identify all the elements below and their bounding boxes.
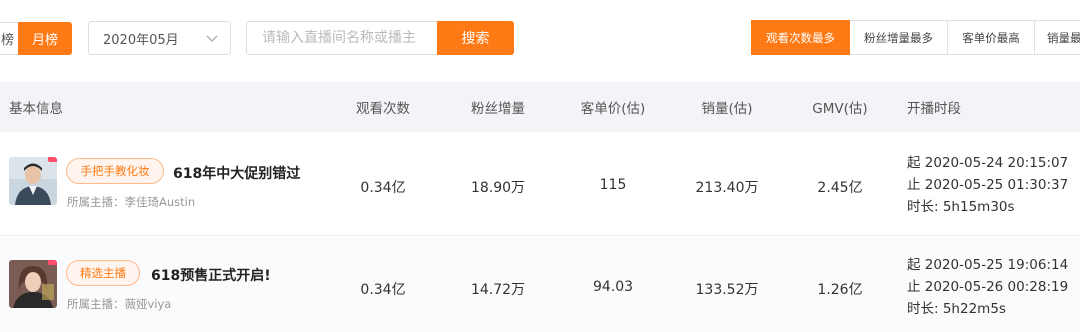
sort-tab-fans[interactable]: 粉丝增量最多 — [850, 20, 948, 55]
live-duration: 时长: 5h15m30s — [907, 199, 1015, 215]
sort-tab-views[interactable]: 观看次数最多 — [751, 20, 850, 55]
week-rank-tab[interactable]: 榜 — [0, 22, 18, 55]
price-value: 94.03 — [592, 279, 634, 295]
anchor-name[interactable]: 所属主播：李佳琦Austin — [67, 194, 195, 210]
sales-value: 213.40万 — [695, 180, 759, 196]
fans-value: 18.90万 — [470, 180, 526, 196]
live-room-title[interactable]: 618预售正式开启! — [151, 265, 271, 285]
anchor-photo-icon — [9, 260, 57, 308]
header-basic-info: 基本信息 — [9, 101, 63, 117]
month-select[interactable]: 2020年05月 — [88, 21, 231, 55]
anchor-photo-icon — [9, 157, 57, 205]
sort-tabs: 观看次数最多 粉丝增量最多 客单价最高 销量最高 — [751, 20, 1080, 55]
avatar[interactable] — [9, 260, 57, 308]
live-badge — [48, 157, 57, 162]
header-views[interactable]: 观看次数 — [356, 82, 410, 132]
month-select-value: 2020年05月 — [103, 32, 179, 48]
live-end-time: 止 2020-05-25 01:30:37 — [907, 177, 1069, 193]
table-header: 基本信息 观看次数 粉丝增量 客单价(估) 销量(估) GMV(估) 开播时段 — [0, 82, 1080, 132]
header-sales[interactable]: 销量(估) — [701, 82, 752, 132]
price-value: 115 — [599, 177, 627, 193]
search-button[interactable]: 搜索 — [437, 21, 514, 55]
header-gmv[interactable]: GMV(估) — [812, 82, 867, 132]
gmv-value: 1.26亿 — [817, 282, 863, 298]
views-value: 0.34亿 — [360, 282, 406, 298]
sort-tab-sales[interactable]: 销量最高 — [1035, 20, 1080, 55]
gmv-value: 2.45亿 — [817, 180, 863, 196]
chevron-down-icon — [206, 35, 218, 42]
anchor-name[interactable]: 所属主播：薇娅viya — [67, 296, 171, 312]
sort-tab-price[interactable]: 客单价最高 — [948, 20, 1035, 55]
live-room-title[interactable]: 618年中大促别错过 — [173, 163, 300, 183]
toolbar: 榜 月榜 2020年05月 搜索 观看次数最多 粉丝增量最多 客单价最高 销量最… — [0, 0, 1080, 80]
month-rank-tab[interactable]: 月榜 — [18, 22, 72, 55]
live-duration: 时长: 5h22m5s — [907, 301, 1006, 317]
views-value: 0.34亿 — [360, 180, 406, 196]
table-row[interactable]: 精选主播 618预售正式开启! 所属主播：薇娅viya 0.34亿 14.72万… — [0, 237, 1080, 332]
sales-value: 133.52万 — [695, 282, 759, 298]
table-row[interactable]: 手把手教化妆 618年中大促别错过 所属主播：李佳琦Austin 0.34亿 1… — [0, 132, 1080, 236]
category-tag: 精选主播 — [66, 260, 140, 286]
avatar[interactable] — [9, 157, 57, 205]
live-start-time: 起 2020-05-25 19:06:14 — [907, 257, 1069, 273]
search-input[interactable] — [246, 21, 438, 55]
live-end-time: 止 2020-05-26 00:28:19 — [907, 279, 1069, 295]
category-tag: 手把手教化妆 — [66, 158, 164, 184]
fans-value: 14.72万 — [470, 282, 526, 298]
header-price[interactable]: 客单价(估) — [581, 82, 646, 132]
header-fans[interactable]: 粉丝增量 — [471, 82, 525, 132]
live-start-time: 起 2020-05-24 20:15:07 — [907, 155, 1069, 171]
header-time: 开播时段 — [907, 101, 961, 117]
live-badge — [48, 260, 57, 265]
